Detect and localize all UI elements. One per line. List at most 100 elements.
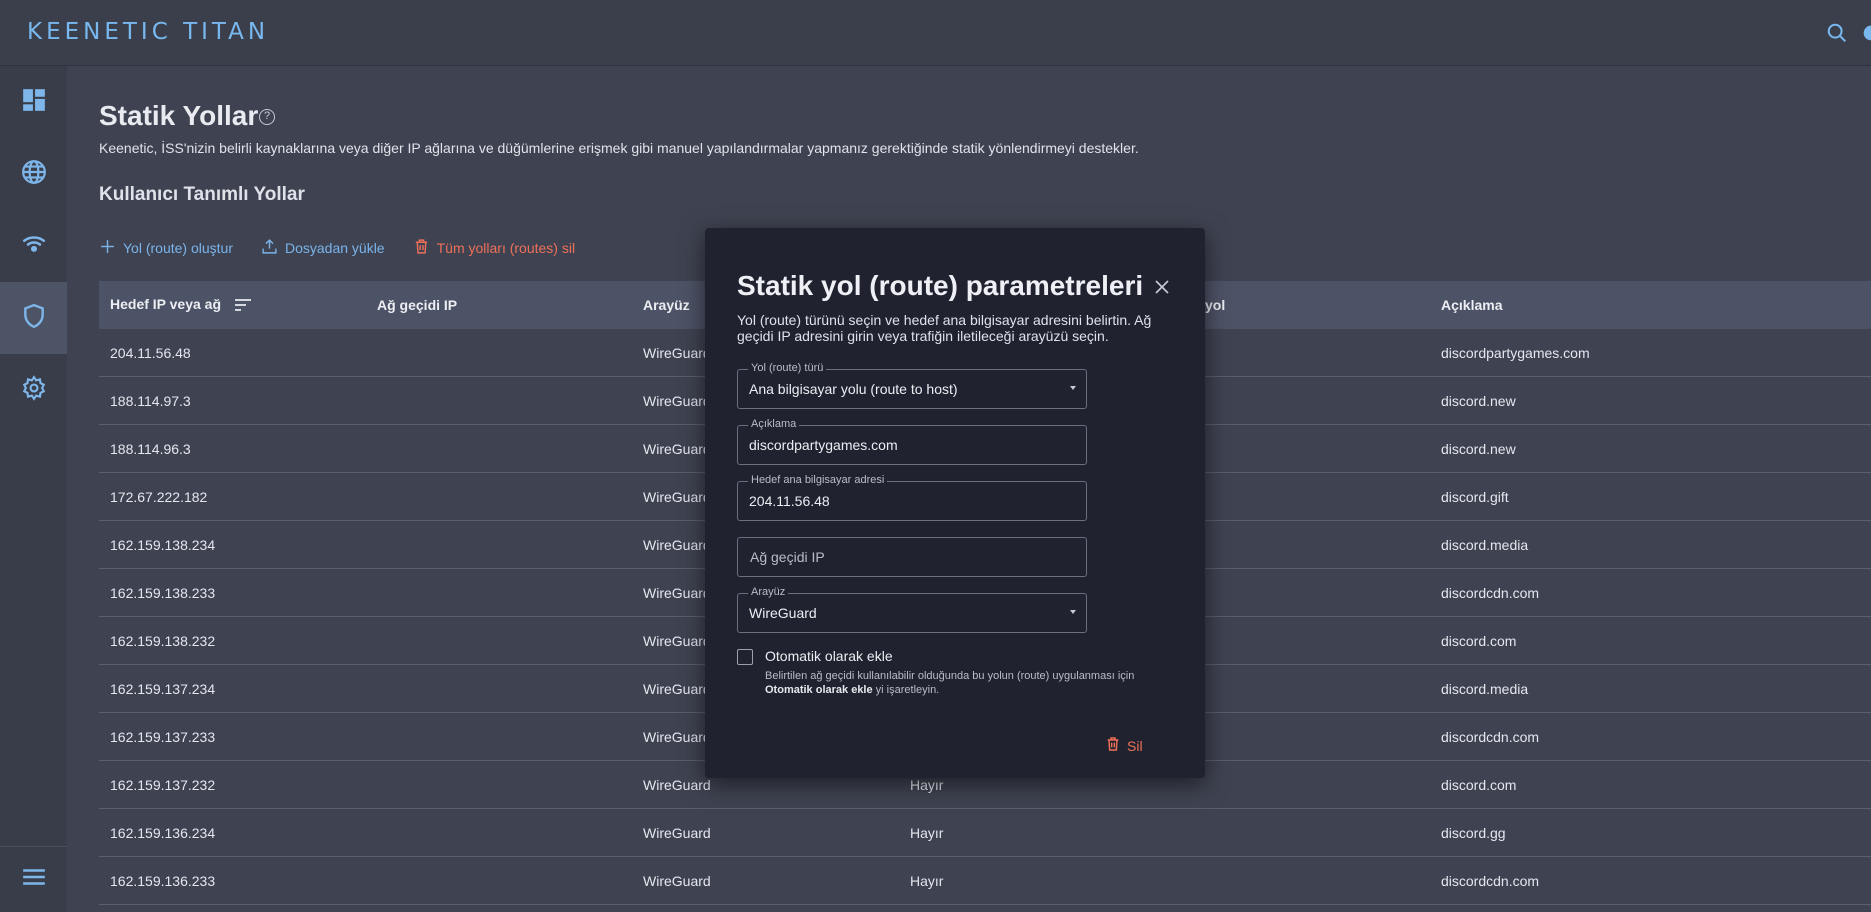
cell-destination: 188.114.96.3 [110, 440, 191, 457]
section-title: Kullanıcı Tanımlı Yollar [99, 184, 305, 205]
table-row[interactable]: 162.159.136.234 WireGuard Hayır discord.gg [99, 809, 1871, 857]
header-interface: Arayüz [643, 297, 690, 313]
sidebar-item-security[interactable] [0, 282, 67, 354]
route-type-select[interactable]: Yol (route) türü Ana bilgisayar yolu (ro… [737, 362, 1087, 409]
cell-interface: WireGuard [643, 728, 711, 745]
sort-icon[interactable] [234, 298, 251, 314]
header-destination[interactable]: Hedef IP veya ağ [110, 296, 251, 313]
cell-destination: 162.159.138.234 [110, 536, 216, 553]
cell-destination: 162.159.138.233 [110, 584, 216, 601]
trash-icon [1105, 736, 1121, 755]
help-icon[interactable]: ? [259, 109, 275, 125]
dialog-description: Yol (route) türünü seçin ve hedef ana bi… [737, 312, 1152, 344]
comment-value: discordpartygames.com [749, 437, 898, 453]
page-title: Statik Yollar [99, 100, 259, 131]
chevron-down-icon [1070, 386, 1076, 390]
cell-description: discord.gg [1441, 824, 1506, 841]
auto-add-hint: Belirtilen ağ geçidi kullanılabilir oldu… [765, 670, 1135, 696]
logo: KEENETIC TITAN [27, 19, 270, 45]
cell-destination: 162.159.136.233 [110, 872, 216, 889]
comment-label: Açıklama [748, 418, 800, 430]
gateway-ip-field[interactable]: Ağ geçidi IP [737, 537, 1087, 577]
cell-interface: WireGuard [643, 776, 711, 793]
globe-icon [21, 159, 47, 190]
cell-description: discord.new [1441, 440, 1516, 457]
delete-all-label: Tüm yolları (routes) sil [436, 240, 576, 256]
search-icon[interactable] [1826, 22, 1848, 44]
cell-destination: 162.159.136.234 [110, 824, 216, 841]
cell-auto: Hayır [910, 776, 944, 793]
delete-all-routes-button[interactable]: Tüm yolları (routes) sil [413, 238, 575, 258]
dashboard-icon [21, 87, 47, 118]
cell-description: discord.media [1441, 536, 1529, 553]
route-params-dialog: Statik yol (route) parametreleri Yol (ro… [705, 228, 1205, 778]
upload-file-button[interactable]: Dosyadan yükle [261, 238, 385, 258]
create-route-button[interactable]: Yol (route) oluştur [99, 238, 233, 258]
shield-icon [21, 303, 47, 334]
gear-icon[interactable] [1860, 22, 1871, 44]
cell-destination: 162.159.137.234 [110, 680, 216, 697]
cell-destination: 188.114.97.3 [110, 392, 191, 409]
route-type-value: Ana bilgisayar yolu (route to host) [749, 381, 958, 397]
cell-interface: WireGuard [643, 584, 711, 601]
cell-description: discord.media [1441, 680, 1529, 697]
host-address-field[interactable]: Hedef ana bilgisayar adresi 204.11.56.48 [737, 474, 1087, 521]
cell-interface: WireGuard [643, 632, 711, 649]
sidebar-item-wifi[interactable] [0, 210, 67, 282]
cell-destination: 204.11.56.48 [110, 344, 191, 361]
cell-interface: WireGuard [643, 536, 711, 553]
top-bar: KEENETIC TITAN [0, 0, 1871, 66]
cell-interface: WireGuard [643, 680, 711, 697]
cell-interface: WireGuard [643, 872, 711, 889]
cell-destination: 172.67.222.182 [110, 488, 208, 505]
cell-auto: Hayır [910, 824, 944, 841]
cell-description: discord.com [1441, 776, 1517, 793]
cell-destination: 162.159.138.232 [110, 632, 216, 649]
delete-route-button[interactable]: Sil [1105, 736, 1143, 755]
route-type-label: Yol (route) türü [748, 362, 827, 374]
header-gateway: Ağ geçidi IP [377, 297, 458, 313]
comment-field[interactable]: Açıklama discordpartygames.com [737, 418, 1087, 465]
gateway-ip-placeholder: Ağ geçidi IP [750, 549, 825, 565]
table-row[interactable]: 162.159.136.233 WireGuard Hayır discordcdn.… [99, 857, 1871, 905]
cell-destination: 162.159.137.232 [110, 776, 216, 793]
cell-description: discord.com [1441, 632, 1517, 649]
interface-select[interactable]: Arayüz WireGuard [737, 586, 1087, 633]
cell-description: discordcdn.com [1441, 872, 1540, 889]
cell-description: discord.gift [1441, 488, 1509, 505]
gear-icon [21, 374, 47, 406]
auto-add-checkbox[interactable] [737, 649, 753, 665]
toolbar: Yol (route) oluştur Dosyadan yükle Tüm y… [99, 238, 575, 258]
cell-interface: WireGuard [643, 488, 711, 505]
cell-description: discordcdn.com [1441, 728, 1540, 745]
sidebar-item-internet[interactable] [0, 138, 67, 210]
cell-interface: WireGuard [643, 824, 711, 841]
upload-file-label: Dosyadan yükle [284, 240, 385, 256]
host-address-label: Hedef ana bilgisayar adresi [748, 474, 888, 486]
upload-icon [261, 238, 278, 258]
plus-icon [99, 238, 116, 258]
cell-interface: WireGuard [643, 440, 711, 457]
cell-description: discordcdn.com [1441, 584, 1540, 601]
wifi-icon [21, 231, 47, 262]
close-icon[interactable] [1153, 278, 1171, 296]
sidebar [0, 66, 67, 912]
interface-label: Arayüz [748, 586, 789, 598]
create-route-label: Yol (route) oluştur [123, 240, 233, 256]
page-description: Keenetic, İSS'nizin belirli kaynaklarına… [99, 140, 1139, 156]
menu-icon [21, 864, 47, 895]
sidebar-menu-toggle[interactable] [0, 846, 67, 912]
header-auto: yol [1205, 297, 1226, 313]
interface-value: WireGuard [749, 605, 817, 621]
cell-destination: 162.159.137.233 [110, 728, 216, 745]
sidebar-item-management[interactable] [0, 354, 67, 426]
auto-add-label[interactable]: Otomatik olarak ekle [765, 648, 893, 664]
trash-icon [413, 238, 430, 258]
delete-route-label: Sil [1127, 737, 1143, 754]
cell-interface: WireGuard [643, 392, 711, 409]
host-address-value: 204.11.56.48 [749, 493, 830, 509]
sidebar-item-dashboard[interactable] [0, 66, 67, 138]
chevron-down-icon [1070, 610, 1076, 614]
cell-description: discordpartygames.com [1441, 344, 1590, 361]
dialog-title: Statik yol (route) parametreleri [737, 270, 1144, 301]
